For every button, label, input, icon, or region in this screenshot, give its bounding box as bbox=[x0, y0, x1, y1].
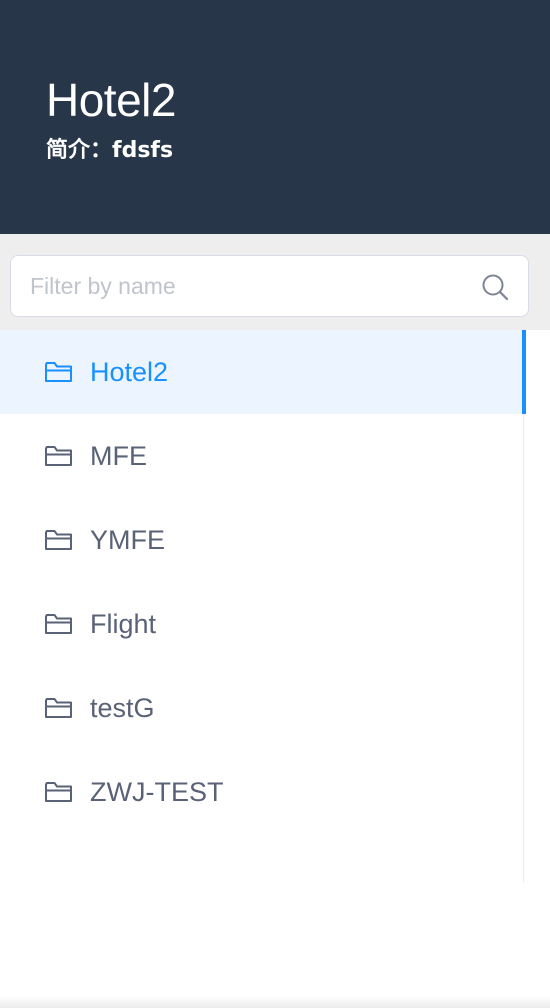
group-item-mfe[interactable]: MFE bbox=[0, 414, 524, 498]
folder-icon bbox=[45, 782, 72, 802]
folder-icon bbox=[45, 614, 72, 634]
group-item-zwj-test[interactable]: ZWJ-TEST bbox=[0, 750, 524, 834]
group-item-label: YMFE bbox=[90, 525, 166, 555]
group-header: Hotel2 简介：fdsfs bbox=[0, 0, 550, 234]
group-item-label: testG bbox=[90, 693, 155, 723]
bottom-shadow bbox=[0, 996, 550, 1008]
group-item-flight[interactable]: Flight bbox=[0, 582, 524, 666]
search-box bbox=[10, 255, 529, 317]
folder-icon bbox=[45, 698, 72, 718]
group-item-label: Flight bbox=[90, 609, 157, 639]
group-item-ymfe[interactable]: YMFE bbox=[0, 498, 524, 582]
group-item-label: ZWJ-TEST bbox=[90, 777, 224, 807]
folder-icon bbox=[45, 362, 72, 382]
search-icon[interactable] bbox=[481, 273, 509, 301]
search-input[interactable] bbox=[11, 256, 528, 316]
filter-area bbox=[0, 234, 550, 330]
group-list: Hotel2 MFE YMFE Flight testG ZWJ-TEST bbox=[0, 330, 526, 882]
group-item-label: Hotel2 bbox=[90, 357, 169, 387]
group-item-label: MFE bbox=[90, 441, 147, 471]
folder-icon bbox=[45, 446, 72, 466]
folder-icon bbox=[45, 530, 72, 550]
group-item-testg[interactable]: testG bbox=[0, 666, 524, 750]
group-description: 简介：fdsfs bbox=[46, 138, 174, 163]
group-title: Hotel2 bbox=[46, 74, 176, 126]
group-browser: Hotel2 简介：fdsfs Hotel2 MFE bbox=[0, 0, 550, 1008]
group-item-hotel2[interactable]: Hotel2 bbox=[0, 330, 526, 414]
